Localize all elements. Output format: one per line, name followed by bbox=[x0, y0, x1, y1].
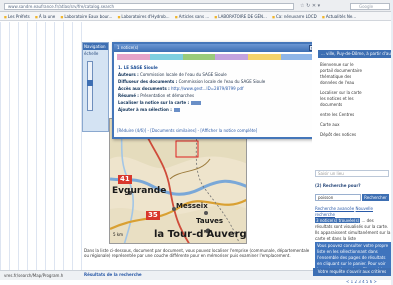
acces-label: Accès aux documents : bbox=[118, 86, 170, 91]
map-label-town: Messeix bbox=[176, 202, 208, 210]
browser-nav-icons[interactable]: ☆ ↻ ✕ ▾ bbox=[300, 3, 320, 9]
color-swatch bbox=[281, 54, 314, 60]
notice-diffuseur: Diffuseur des documents : Commission loc… bbox=[118, 78, 313, 85]
results-heading-link[interactable]: Résultats de la recherche bbox=[84, 272, 142, 277]
browser-toolbar: www.sandre.eaufrance.fr/atlas/srv/fre/ca… bbox=[0, 0, 391, 12]
zoom-slider[interactable] bbox=[87, 61, 93, 111]
right-panel-text: entre les Centres bbox=[320, 112, 355, 117]
search-button[interactable]: Rechercher bbox=[362, 194, 389, 201]
popup-body: 1. LE SAGE Sioule Auteurs : Commission l… bbox=[114, 62, 317, 115]
bookmark-item[interactable]: Actualités Ne... bbox=[322, 12, 356, 20]
add-to-selection-button[interactable] bbox=[173, 108, 180, 112]
page-grid-decoration bbox=[0, 22, 82, 280]
browser-search-input[interactable]: Google bbox=[350, 3, 390, 10]
map-label-town: la Tour-d'Auvergne bbox=[154, 229, 247, 240]
notice-localiser: Localiser la notice sur la carte : bbox=[118, 99, 313, 106]
right-panel: ... ville, Puy-de-Dôme, à partir d'au po… bbox=[312, 22, 391, 284]
bookmark-item[interactable]: Ca: nénuvarre LOCD bbox=[272, 12, 317, 20]
bookmark-item[interactable]: LABORATOIRE DE GÉN... bbox=[214, 12, 267, 20]
browser-window: www.sandre.eaufrance.fr/atlas/srv/fre/ca… bbox=[0, 0, 393, 285]
notice-resume: Résumé : Présentation et démarches bbox=[118, 92, 313, 99]
resume-label: Résumé : bbox=[118, 93, 139, 98]
bookmark-item[interactable]: Les Préfets bbox=[4, 12, 30, 20]
auteurs-value: Commission locale de l'eau du SAGE Sioul… bbox=[140, 72, 227, 77]
bookmarks-bar: Les Préfets À la une Laboratoire Eaux bo… bbox=[0, 12, 391, 21]
localiser-label: Localiser la notice sur la carte : bbox=[118, 100, 190, 105]
search-input[interactable]: poisson bbox=[315, 194, 361, 201]
nav-title: Navigation bbox=[83, 43, 108, 50]
notice-popup: 1 notice(s) × 1. LE SAGE Sioule Auteurs … bbox=[112, 42, 319, 139]
bookmark-item[interactable]: Articles sans ... bbox=[175, 12, 209, 20]
nav-subtitle: échelle bbox=[84, 51, 99, 56]
locate-on-map-button[interactable] bbox=[191, 101, 202, 105]
popup-footer-links[interactable]: [Réduire (4/6)] - [Documents similaires]… bbox=[117, 128, 257, 133]
road-number-badge: 41 bbox=[118, 175, 132, 184]
place-input[interactable]: Saisir un lieu bbox=[315, 170, 389, 177]
map-navigation-panel: Navigation échelle bbox=[82, 42, 109, 132]
notice-auteurs: Auteurs : Commission locale de l'eau du … bbox=[118, 71, 313, 78]
map-label-town: Tauves bbox=[196, 217, 224, 225]
diffuseur-label: Diffuseur des documents : bbox=[118, 79, 178, 84]
right-panel-text: documents bbox=[320, 102, 343, 107]
advanced-search-link[interactable]: Recherche avancée bbox=[315, 206, 354, 211]
document-link[interactable]: http://www.gest...ID=2879/8799 pdf bbox=[171, 86, 244, 91]
page-background bbox=[0, 22, 82, 280]
auteurs-label: Auteurs : bbox=[118, 72, 139, 77]
bottom-help-text: Dans la liste ci-dessous, document par d… bbox=[84, 248, 310, 258]
popup-color-legend bbox=[117, 54, 314, 60]
color-swatch bbox=[117, 54, 150, 60]
right-panel-text: données de l'eau bbox=[320, 80, 355, 85]
notice-ajouter: Ajouter à ma sélection : bbox=[118, 106, 313, 113]
enter-query-button[interactable]: Votre requête s'ouvrir aux critères bbox=[313, 268, 391, 276]
color-swatch bbox=[149, 54, 183, 60]
color-swatch bbox=[215, 54, 249, 60]
notice-acces: Accès aux documents : http://www.gest...… bbox=[118, 85, 313, 92]
address-bar[interactable]: www.sandre.eaufrance.fr/atlas/srv/fre/ca… bbox=[4, 3, 294, 10]
query-label: (2) Recherche pour? bbox=[315, 183, 361, 188]
notice-heading[interactable]: 1. LE SAGE Sioule bbox=[118, 64, 313, 71]
map-label-town: Evgurande bbox=[112, 186, 167, 196]
right-panel-header[interactable]: ... ville, Puy-de-Dôme, à partir d'au po… bbox=[318, 50, 391, 58]
zoom-slider-handle[interactable] bbox=[87, 80, 93, 86]
results-count-badge: 3 notice(s) trouvée(s) bbox=[315, 218, 361, 223]
right-panel-text: Carte aux bbox=[320, 122, 340, 127]
color-swatch bbox=[248, 54, 282, 60]
road-number-badge: 35 bbox=[146, 211, 160, 220]
bookmark-item[interactable]: Laboratoires d'Hydrob... bbox=[118, 12, 169, 20]
popup-title: 1 notice(s) bbox=[114, 44, 317, 52]
diffuseur-value: Commission locale de l'eau du SAGE Sioul… bbox=[178, 79, 266, 84]
resume-value: Présentation et démarches bbox=[140, 93, 195, 98]
bookmark-item[interactable]: À la une bbox=[35, 12, 55, 20]
bookmark-item[interactable]: Laboratoire Eaux bour... bbox=[60, 12, 112, 20]
ajouter-label: Ajouter à ma sélection : bbox=[118, 107, 172, 112]
color-swatch bbox=[182, 54, 216, 60]
status-url: vres.fr/search/Map/Program.h bbox=[4, 273, 64, 278]
map-scale: 5 km bbox=[113, 232, 124, 237]
right-panel-text: Dépôt des notices bbox=[320, 132, 357, 137]
